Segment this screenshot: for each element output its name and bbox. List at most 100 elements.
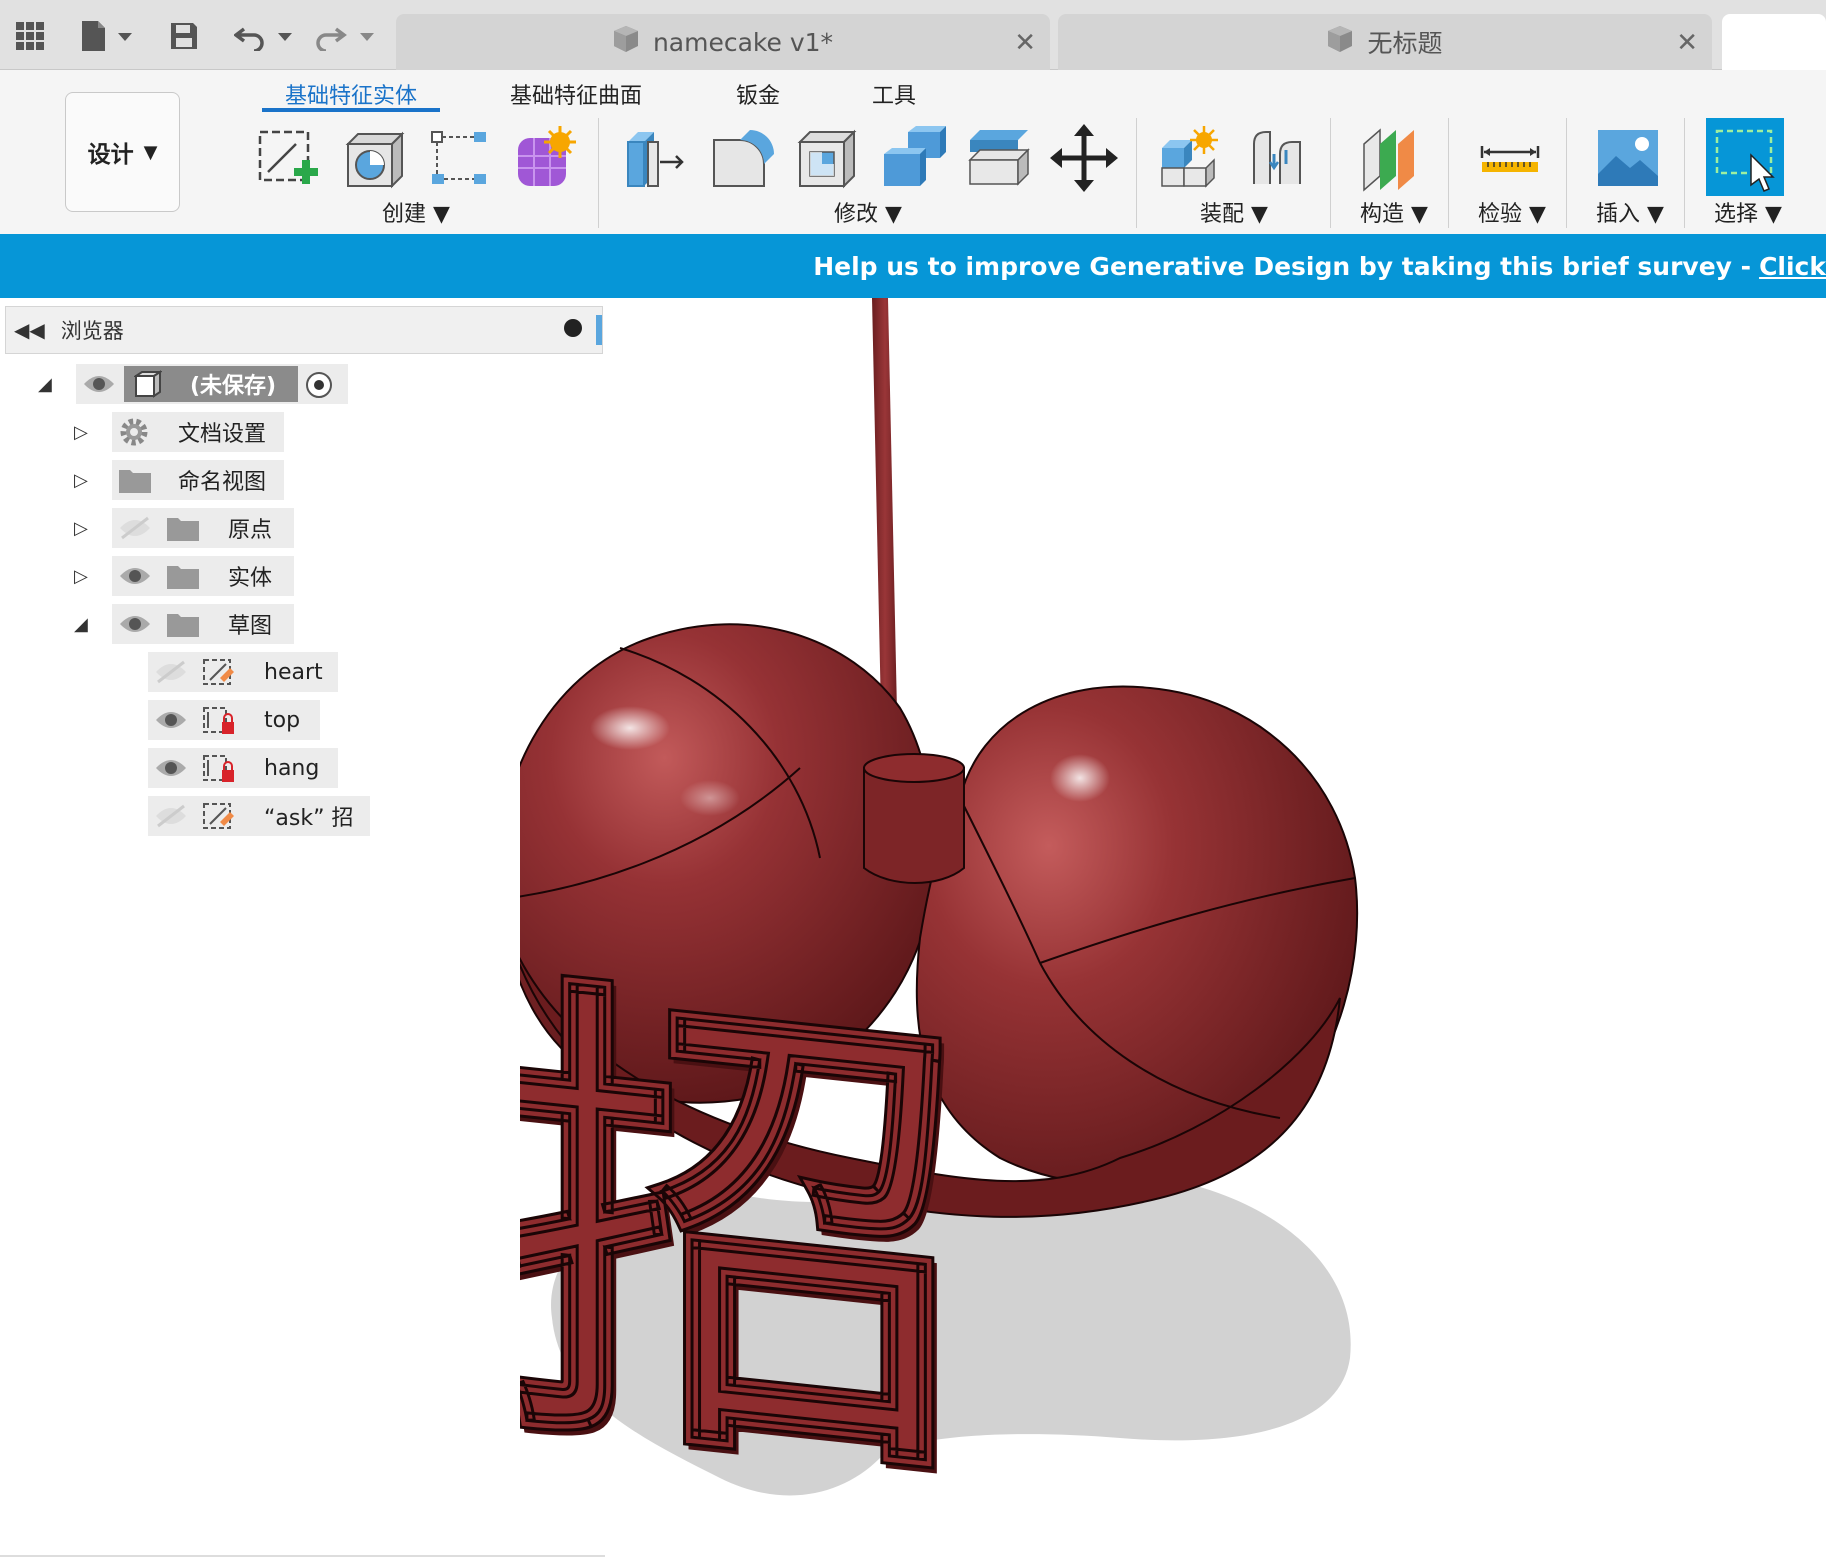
combine-button[interactable] <box>876 122 948 194</box>
tree-item-sketch-top[interactable]: top <box>0 700 340 740</box>
new-component-button[interactable] <box>1154 122 1226 194</box>
create-sketch-button[interactable] <box>252 122 324 194</box>
group-create-label[interactable]: 创建 ▼ <box>382 196 450 228</box>
construct-plane-button[interactable] <box>1356 122 1428 194</box>
insert-image-button[interactable] <box>1592 122 1664 194</box>
redo-button[interactable] <box>316 14 380 58</box>
select-button[interactable] <box>1706 118 1784 196</box>
tree-label: 文档设置 <box>178 422 267 447</box>
gear-icon <box>118 416 150 454</box>
tab-solid[interactable]: 基础特征实体 <box>285 78 417 110</box>
tab-namecake[interactable]: namecake v1* ✕ <box>396 14 1050 70</box>
component-icon <box>132 370 164 404</box>
press-pull-button[interactable] <box>618 122 690 194</box>
title-bar: namecake v1* ✕ 无标题 ✕ <box>0 0 1826 70</box>
3d-viewport[interactable]: 招 招 <box>489 298 1826 1558</box>
collapsed-triangle-icon[interactable]: ▷ <box>74 518 88 539</box>
offset-face-button[interactable] <box>962 122 1034 194</box>
tree-label: top <box>264 707 301 733</box>
close-tab-icon[interactable]: ✕ <box>1014 28 1036 58</box>
tree-item-sketch-heart[interactable]: heart <box>0 652 340 692</box>
banner-text: Help us to improve Generative Design by … <box>813 251 1752 281</box>
tab-surface[interactable]: 基础特征曲面 <box>510 78 642 110</box>
fillet-button[interactable] <box>704 122 776 194</box>
eye-icon[interactable] <box>82 372 116 402</box>
eye-icon[interactable] <box>118 564 152 594</box>
chevron-down-icon: ▼ <box>143 141 158 163</box>
collapsed-triangle-icon[interactable]: ▷ <box>74 566 88 587</box>
create-form-button[interactable] <box>508 122 580 194</box>
measure-button[interactable] <box>1474 122 1546 194</box>
eye-hidden-icon[interactable] <box>154 804 188 834</box>
sketch-icon <box>202 656 236 694</box>
folder-icon <box>166 514 200 548</box>
tab-label: namecake v1* <box>652 27 834 57</box>
ribbon-divider <box>1448 118 1449 228</box>
tab-tools[interactable]: 工具 <box>872 78 916 110</box>
group-insert-label[interactable]: 插入 ▼ <box>1596 196 1664 228</box>
tab-sheet-metal[interactable]: 钣金 <box>736 78 780 110</box>
tree-label: 草图 <box>228 614 273 639</box>
collapse-panel-icon[interactable]: ◀◀ <box>14 318 45 342</box>
group-assemble-label[interactable]: 装配 ▼ <box>1200 196 1268 228</box>
tab-untitled[interactable]: 无标题 ✕ <box>1058 14 1712 70</box>
ribbon-divider <box>1330 118 1331 228</box>
tab-active[interactable] <box>1722 14 1826 70</box>
banner-link[interactable]: Click <box>1759 252 1826 281</box>
move-copy-button[interactable] <box>1048 122 1120 194</box>
tree-item-document-settings[interactable]: ▷ 文档设置 <box>0 412 300 452</box>
undo-button[interactable] <box>234 14 298 58</box>
tree-item-named-views[interactable]: ▷ 命名视图 <box>0 460 300 500</box>
browser-panel-header: ◀◀ 浏览器 <box>5 306 603 354</box>
ribbon-divider <box>598 118 599 228</box>
save-icon[interactable] <box>166 14 202 58</box>
tree-label: heart <box>264 659 323 685</box>
group-inspect-label[interactable]: 检验 ▼ <box>1478 196 1546 228</box>
tree-item-origin[interactable]: ▷ 原点 <box>0 508 300 548</box>
eye-icon[interactable] <box>154 708 188 738</box>
group-label: 创建 <box>382 202 427 227</box>
hanger-boss <box>863 767 965 884</box>
workspace-label: 设计 <box>87 142 134 168</box>
tree-label: 命名视图 <box>178 470 267 495</box>
eye-icon[interactable] <box>118 612 152 642</box>
eye-icon[interactable] <box>154 756 188 786</box>
group-select-label[interactable]: 选择 ▼ <box>1714 196 1782 228</box>
toolbar-ribbon: 设计 ▼ 基础特征实体 基础特征曲面 钣金 工具 创建 ▼ 修改 ▼ 装配 ▼ … <box>0 70 1826 234</box>
panel-resize-handle[interactable] <box>596 315 602 345</box>
browser-title: 浏览器 <box>60 319 124 343</box>
eye-hidden-icon[interactable] <box>154 660 188 690</box>
panel-option-icon[interactable] <box>564 319 582 337</box>
tree-label: “ask” 招 <box>264 806 354 831</box>
model-render: 招 招 <box>489 298 1359 1548</box>
group-label: 构造 <box>1360 202 1405 227</box>
joint-button[interactable] <box>1242 122 1314 194</box>
app-grid-icon[interactable] <box>10 14 50 58</box>
collapsed-triangle-icon[interactable]: ▷ <box>74 422 88 443</box>
extrude-button[interactable] <box>338 122 410 194</box>
expanded-triangle-icon[interactable]: ◢ <box>74 614 88 635</box>
tree-item-sketch-hang[interactable]: hang <box>0 748 340 788</box>
group-modify-label[interactable]: 修改 ▼ <box>834 196 902 228</box>
sketch-icon <box>202 800 236 838</box>
group-construct-label[interactable]: 构造 ▼ <box>1360 196 1428 228</box>
activate-radio[interactable] <box>306 372 332 398</box>
expanded-triangle-icon[interactable]: ◢ <box>38 374 52 395</box>
group-label: 修改 <box>834 202 879 227</box>
workspace-switcher[interactable]: 设计 ▼ <box>65 92 180 212</box>
group-label: 插入 <box>1596 202 1641 227</box>
file-menu-button[interactable] <box>76 14 140 58</box>
shell-button[interactable] <box>790 122 862 194</box>
survey-banner: Help us to improve Generative Design by … <box>0 234 1826 298</box>
folder-icon <box>166 562 200 596</box>
tree-root-row[interactable]: ◢ (未保存) <box>0 364 360 404</box>
tree-item-bodies[interactable]: ▷ 实体 <box>0 556 300 596</box>
tab-label: 无标题 <box>1367 29 1443 58</box>
tree-item-sketches[interactable]: ◢ 草图 <box>0 604 300 644</box>
close-tab-icon[interactable]: ✕ <box>1676 28 1698 58</box>
group-label: 装配 <box>1200 202 1245 227</box>
eye-hidden-icon[interactable] <box>118 516 152 546</box>
pattern-button[interactable] <box>422 122 494 194</box>
tree-item-sketch-ask[interactable]: “ask” 招 <box>0 796 380 836</box>
collapsed-triangle-icon[interactable]: ▷ <box>74 470 88 491</box>
